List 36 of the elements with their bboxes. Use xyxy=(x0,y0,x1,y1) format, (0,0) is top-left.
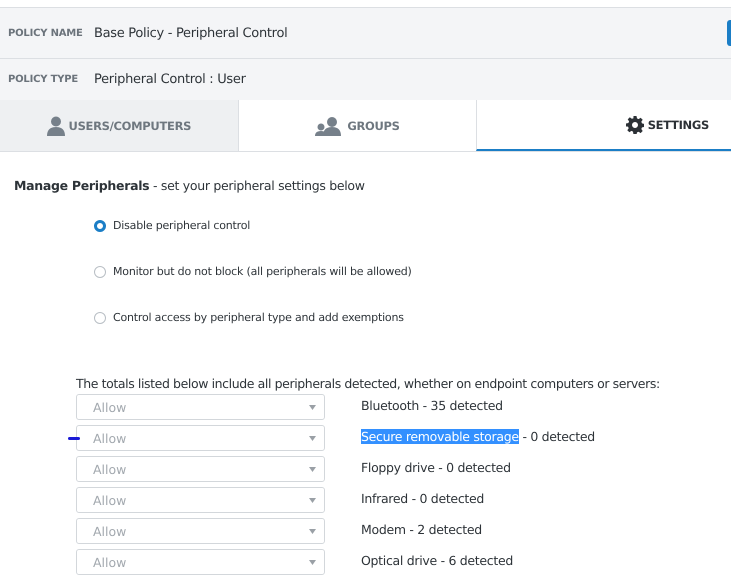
radio-label: Control access by peripheral type and add exemptions xyxy=(113,311,404,324)
peripheral-label: Optical drive - 6 detected xyxy=(361,552,513,568)
radio-label: Monitor but do not block (all peripherals will be allowed) xyxy=(113,265,412,278)
caret-icon xyxy=(309,560,316,564)
peripheral-label: Infrared - 0 detected xyxy=(361,490,484,506)
peripheral-label: Bluetooth - 35 detected xyxy=(361,398,503,412)
peripheral-label: Floppy drive - 0 detected xyxy=(361,460,511,474)
peripheral-label: Modem - 2 detected xyxy=(361,522,482,536)
radio-button[interactable] xyxy=(94,266,106,278)
person-icon xyxy=(46,116,65,136)
setting-dropdown[interactable]: Allow xyxy=(76,394,325,420)
setting-dropdown[interactable]: Allow xyxy=(76,518,325,544)
totals-note: The totals listed below include all peripherals detected, whether on endpoint computers or servers: xyxy=(76,376,661,391)
group-icon xyxy=(315,116,344,136)
field-value: Base Policy - Peripheral Control xyxy=(94,26,288,40)
radio-button[interactable] xyxy=(94,220,106,232)
caret-icon xyxy=(309,498,316,502)
tab[interactable]: USERS/COMPUTERS xyxy=(0,100,238,151)
field-label: POLICY TYPE xyxy=(7,74,80,85)
field-label: POLICY NAME xyxy=(7,28,84,38)
caret-icon xyxy=(309,528,316,534)
tab[interactable]: SETTINGS xyxy=(476,100,731,151)
field-value: Peripheral Control : User xyxy=(94,72,246,87)
caret-icon xyxy=(309,466,316,472)
caret-icon xyxy=(309,404,316,410)
caret-icon xyxy=(309,436,316,440)
setting-dropdown[interactable]: Allow xyxy=(76,456,325,482)
radio-button[interactable] xyxy=(94,312,106,324)
setting-dropdown[interactable]: Allow xyxy=(76,487,325,513)
peripheral-label: Secure removable storage - 0 detected xyxy=(361,428,595,444)
button-edge[interactable] xyxy=(727,20,731,46)
setting-dropdown[interactable]: Allow xyxy=(76,425,325,451)
radio-label: Disable peripheral control xyxy=(113,219,250,232)
setting-dropdown[interactable]: Allow xyxy=(76,549,325,575)
section-heading: Manage Peripherals - set your peripheral settings below xyxy=(14,178,366,193)
gear-icon xyxy=(626,116,644,134)
